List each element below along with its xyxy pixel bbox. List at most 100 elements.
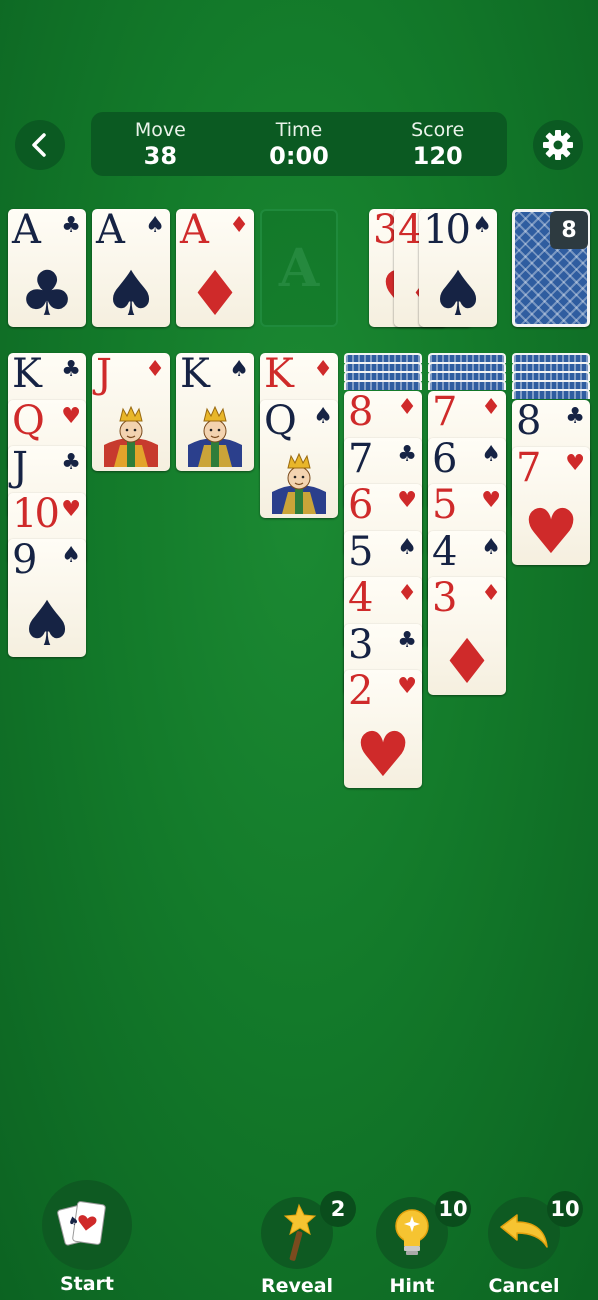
spades-icon: ♠ bbox=[397, 535, 417, 560]
cancel-label: Cancel bbox=[488, 1275, 560, 1297]
waste-card[interactable]: 10 ♠ ♠ bbox=[419, 209, 497, 327]
card-rank: 2 bbox=[348, 670, 374, 714]
face-down-card bbox=[344, 380, 422, 390]
card-rank: 10 bbox=[423, 209, 471, 253]
empty-foundation-slot[interactable]: A bbox=[260, 209, 338, 327]
card-rank: 3 bbox=[348, 624, 374, 668]
card-rank: 7 bbox=[432, 391, 458, 435]
face-card-artwork bbox=[96, 401, 166, 467]
card-rank: A bbox=[12, 209, 41, 253]
clubs-icon: ♣ bbox=[61, 213, 81, 238]
score-stat: Score 120 bbox=[368, 112, 507, 176]
tableau-card[interactable]: K ♠ bbox=[176, 353, 254, 471]
card-rank: 5 bbox=[432, 484, 458, 528]
diamonds-icon: ♦ bbox=[145, 357, 165, 382]
start-button[interactable]: ♠ Start bbox=[42, 1180, 132, 1295]
spades-icon: ♠ bbox=[61, 543, 81, 568]
hearts-icon: ♥ bbox=[61, 404, 81, 429]
clubs-icon: ♣ bbox=[397, 442, 417, 467]
card-rank: 6 bbox=[348, 484, 374, 528]
foundation-card[interactable]: A ♠ ♠ bbox=[92, 209, 170, 327]
magic-wand-icon bbox=[283, 1203, 317, 1261]
face-down-card bbox=[512, 389, 590, 399]
tableau-card[interactable]: 9 ♠ ♠ bbox=[8, 539, 86, 657]
diamonds-icon: ♦ bbox=[229, 213, 249, 238]
cards-icon: ♠ bbox=[57, 1201, 106, 1246]
chevron-left-icon bbox=[32, 133, 46, 157]
card-rank: 8 bbox=[348, 391, 374, 435]
card-rank: 10 bbox=[12, 493, 60, 537]
diamonds-icon: ♦ bbox=[313, 357, 333, 382]
card-rank: K bbox=[264, 353, 294, 397]
tableau-card[interactable]: 7 ♥ ♥ bbox=[512, 447, 590, 565]
card-rank: 7 bbox=[516, 447, 542, 491]
score-value: 120 bbox=[412, 142, 463, 170]
lightbulb-icon bbox=[395, 1209, 429, 1255]
hint-count-badge: 10 bbox=[435, 1191, 471, 1227]
start-icon-wrap: ♠ bbox=[42, 1180, 132, 1270]
spades-icon: ♠ bbox=[145, 213, 165, 238]
card-rank: 6 bbox=[432, 438, 458, 482]
score-label: Score bbox=[411, 119, 465, 141]
reveal-count-badge: 2 bbox=[320, 1191, 356, 1227]
tableau-card[interactable]: Q ♠ bbox=[260, 400, 338, 518]
face-card-artwork bbox=[264, 448, 334, 514]
hearts-icon: ♥ bbox=[397, 674, 417, 699]
hint-label: Hint bbox=[389, 1275, 435, 1297]
undo-arrow-icon bbox=[500, 1214, 548, 1248]
hearts-icon: ♥ bbox=[397, 488, 417, 513]
move-value: 38 bbox=[143, 142, 178, 170]
card-rank: 5 bbox=[348, 531, 374, 575]
back-button[interactable] bbox=[15, 120, 65, 170]
move-stat: Move 38 bbox=[91, 112, 230, 176]
clubs-icon: ♣ bbox=[61, 450, 81, 475]
stats-panel: Move 38 Time 0:00 Score 120 bbox=[91, 112, 507, 176]
diamonds-large-icon: ♦ bbox=[187, 257, 243, 327]
diamonds-large-icon: ♦ bbox=[439, 625, 495, 695]
card-rank: 4 bbox=[432, 531, 458, 575]
clubs-icon: ♣ bbox=[61, 357, 81, 382]
card-rank: J bbox=[96, 353, 112, 397]
card-rank: 7 bbox=[348, 438, 374, 482]
foundation-card[interactable]: A ♦ ♦ bbox=[176, 209, 254, 327]
cancel-count-badge: 10 bbox=[547, 1191, 583, 1227]
settings-button[interactable] bbox=[533, 120, 583, 170]
clubs-icon: ♣ bbox=[397, 628, 417, 653]
card-rank: 8 bbox=[516, 400, 542, 444]
tableau-card[interactable]: 2 ♥ ♥ bbox=[344, 670, 422, 788]
card-rank: 9 bbox=[12, 539, 38, 583]
clubs-icon: ♣ bbox=[565, 404, 585, 429]
tableau-card[interactable]: J ♦ bbox=[92, 353, 170, 471]
hearts-icon: ♥ bbox=[565, 451, 585, 476]
hearts-icon: ♥ bbox=[481, 488, 501, 513]
time-label: Time bbox=[275, 119, 323, 141]
stock-count-badge: 8 bbox=[550, 211, 588, 249]
tableau-card[interactable]: 3 ♦ ♦ bbox=[428, 577, 506, 695]
clubs-large-icon: ♣ bbox=[19, 257, 75, 327]
card-rank: A bbox=[180, 209, 209, 253]
card-rank: Q bbox=[12, 400, 45, 444]
card-rank: Q bbox=[264, 400, 297, 444]
diamonds-icon: ♦ bbox=[481, 395, 501, 420]
diamonds-icon: ♦ bbox=[481, 581, 501, 606]
time-value: 0:00 bbox=[269, 142, 329, 170]
foundation-card[interactable]: A ♣ ♣ bbox=[8, 209, 86, 327]
face-down-card bbox=[428, 380, 506, 390]
spades-large-icon: ♠ bbox=[430, 257, 486, 327]
card-rank: 3 bbox=[432, 577, 458, 621]
spades-icon: ♠ bbox=[481, 442, 501, 467]
spades-large-icon: ♠ bbox=[103, 257, 159, 327]
move-label: Move bbox=[134, 119, 186, 141]
hearts-large-icon: ♥ bbox=[523, 495, 579, 565]
spades-large-icon: ♠ bbox=[19, 587, 75, 657]
spades-icon: ♠ bbox=[472, 213, 492, 238]
card-rank: 4 bbox=[348, 577, 374, 621]
start-label: Start bbox=[59, 1273, 115, 1295]
diamonds-icon: ♦ bbox=[397, 395, 417, 420]
card-rank: 3 bbox=[373, 209, 399, 253]
card-rank: A bbox=[96, 209, 125, 253]
spades-icon: ♠ bbox=[313, 404, 333, 429]
card-rank: J bbox=[12, 446, 28, 490]
time-stat: Time 0:00 bbox=[230, 112, 369, 176]
hearts-icon: ♥ bbox=[61, 497, 81, 522]
